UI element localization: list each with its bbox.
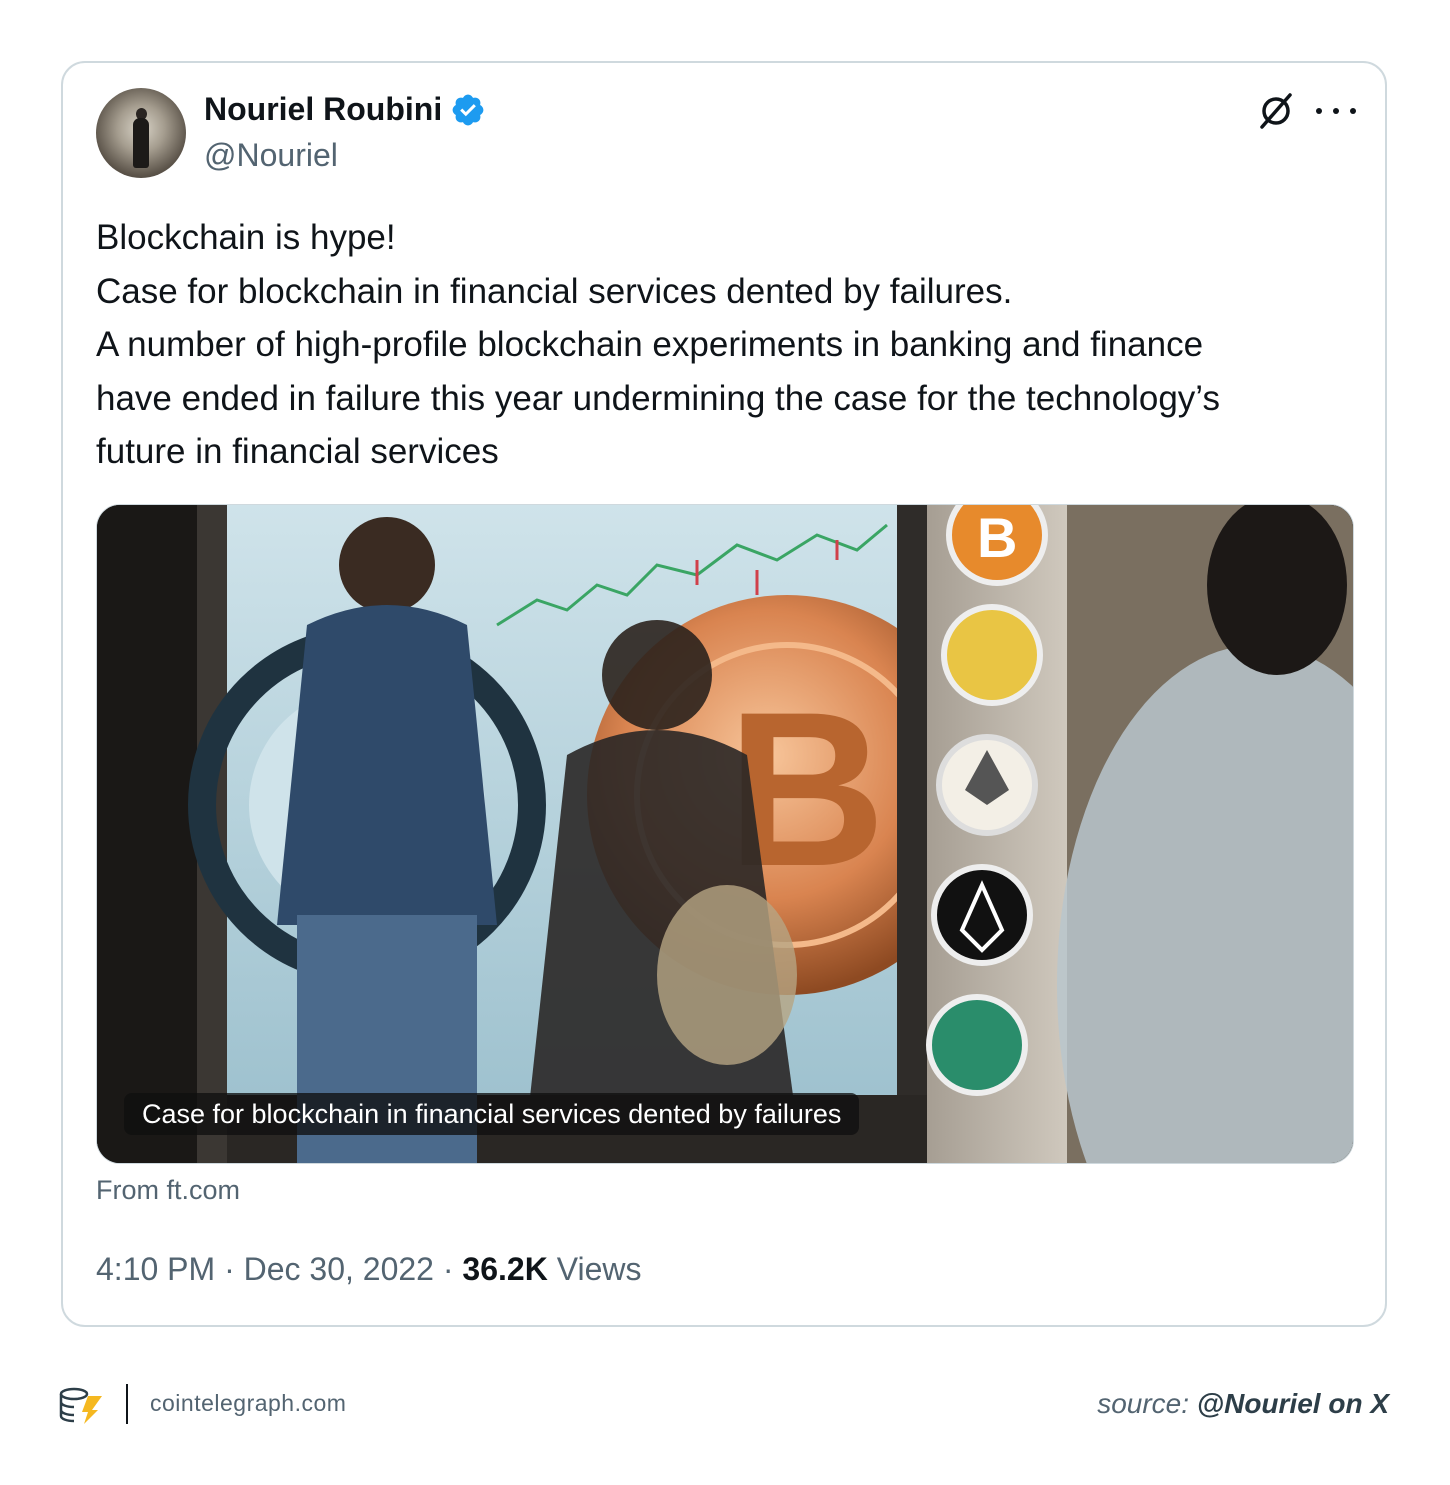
tweet-text: Blockchain is hype! Case for blockchain …	[96, 211, 1366, 479]
source-value: @Nouriel on X	[1196, 1388, 1389, 1419]
tweet-text-line: have ended in failure this year undermin…	[96, 378, 1220, 418]
author-name-row: Nouriel Roubini	[204, 91, 486, 128]
source-label: source:	[1097, 1388, 1190, 1419]
tweet-text-line: A number of high-profile blockchain expe…	[96, 325, 1204, 364]
tweet-meta: 4:10 PM · Dec 30, 2022 · 36.2K Views	[96, 1251, 641, 1288]
tweet-card: Nouriel Roubini @Nouriel Blockchain is h…	[61, 61, 1387, 1327]
tweet-text-line: future in financial services	[96, 432, 499, 471]
source-credit: source: @Nouriel on X	[1097, 1388, 1389, 1420]
views-count: 36.2K	[462, 1251, 548, 1287]
tweet-text-line: Blockchain is hype!	[96, 218, 396, 257]
footer-divider	[126, 1384, 128, 1424]
link-card-title[interactable]: Case for blockchain in financial service…	[124, 1093, 860, 1135]
meta-separator: ·	[224, 1251, 235, 1287]
tweet-time[interactable]: 4:10 PM	[96, 1251, 215, 1287]
link-card-image[interactable]: B B Case for blockchain in financial ser…	[96, 504, 1354, 1164]
more-icon[interactable]	[1316, 99, 1356, 123]
tweet-text-line: Case for blockchain in financial service…	[96, 271, 1013, 311]
author-handle[interactable]: @Nouriel	[204, 137, 338, 174]
link-source[interactable]: From ft.com	[96, 1175, 240, 1206]
tweet-date[interactable]: Dec 30, 2022	[244, 1251, 434, 1287]
meta-separator: ·	[442, 1251, 454, 1287]
verified-badge-icon	[452, 94, 484, 125]
svg-text:B: B	[977, 506, 1017, 569]
grok-icon[interactable]	[1256, 91, 1296, 131]
author-name[interactable]: Nouriel Roubini	[204, 91, 442, 128]
views-label: Views	[556, 1251, 642, 1287]
footer-site: cointelegraph.com	[150, 1390, 347, 1416]
cointelegraph-logo-icon	[59, 1387, 102, 1424]
author-avatar[interactable]	[96, 88, 186, 178]
article-photo: B B	[97, 505, 1353, 1163]
